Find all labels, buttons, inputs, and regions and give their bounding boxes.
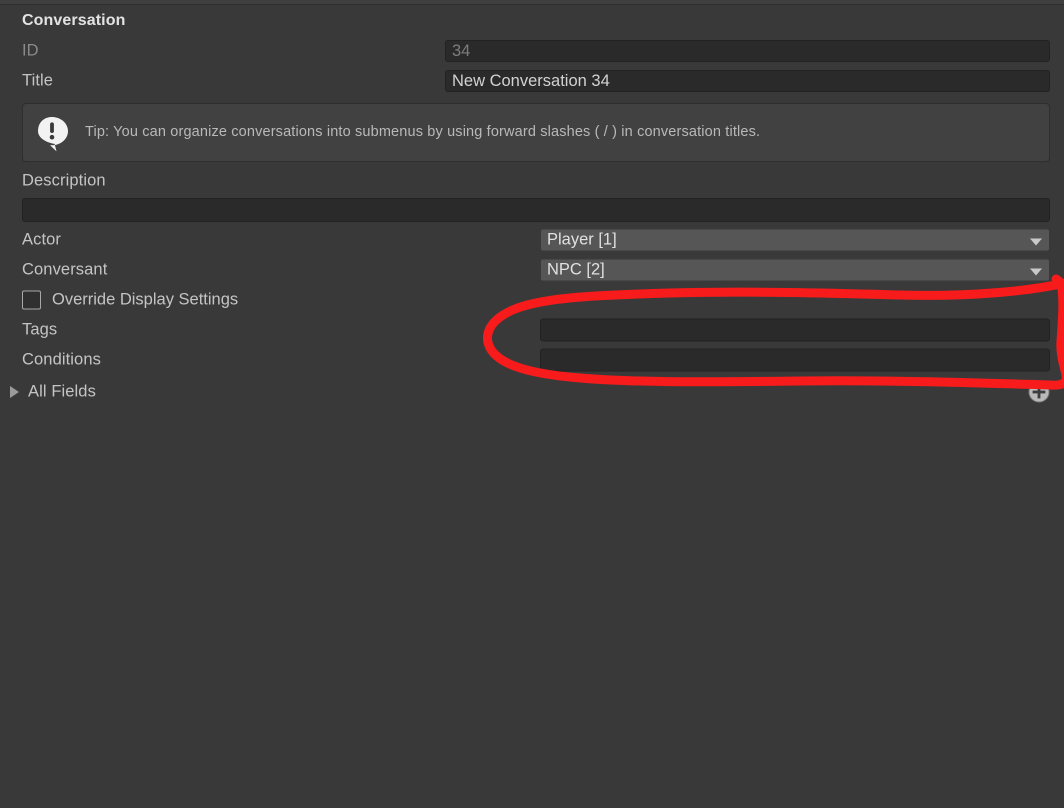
- inspector-panel: Conversation ID 34 Title New Conversatio…: [0, 0, 1064, 808]
- conversant-label: Conversant: [22, 260, 108, 279]
- id-row: ID 34: [0, 36, 1064, 66]
- conditions-row: Conditions: [0, 345, 1064, 375]
- plus-circle-icon[interactable]: [1028, 381, 1050, 403]
- conditions-field[interactable]: [540, 348, 1050, 372]
- tags-label: Tags: [22, 320, 58, 339]
- tags-field[interactable]: [540, 318, 1050, 342]
- title-label: Title: [22, 71, 54, 90]
- chevron-down-icon: [1030, 268, 1042, 275]
- conditions-label: Conditions: [22, 350, 101, 369]
- tip-text: Tip: You can organize conversations into…: [85, 124, 761, 141]
- override-display-settings-checkbox[interactable]: [22, 290, 41, 310]
- conversation-inspector: Conversation ID 34 Title New Conversatio…: [0, 6, 1064, 403]
- page-title: Conversation: [22, 12, 126, 29]
- id-field[interactable]: 34: [445, 40, 1050, 62]
- conversant-dropdown[interactable]: NPC [2]: [540, 258, 1050, 282]
- override-display-settings-label: Override Display Settings: [52, 290, 239, 309]
- tags-row: Tags: [0, 315, 1064, 345]
- conversation-header-row: Conversation: [0, 6, 1064, 36]
- actor-row: Actor Player [1]: [0, 225, 1064, 255]
- title-row: Title New Conversation 34: [0, 66, 1064, 96]
- title-field[interactable]: New Conversation 34: [445, 70, 1050, 92]
- all-fields-label: All Fields: [28, 382, 96, 401]
- window-top-strip: [0, 0, 1064, 5]
- actor-label: Actor: [22, 230, 62, 249]
- chevron-down-icon: [1030, 238, 1042, 245]
- id-label: ID: [22, 41, 39, 60]
- conversant-row: Conversant NPC [2]: [0, 255, 1064, 285]
- all-fields-row[interactable]: All Fields: [0, 377, 1064, 407]
- tip-helpbox: Tip: You can organize conversations into…: [22, 103, 1050, 162]
- triangle-right-icon[interactable]: [10, 386, 19, 398]
- speech-bubble-exclamation-icon: [35, 114, 71, 152]
- actor-dropdown-value: Player [1]: [547, 230, 617, 249]
- description-field[interactable]: [22, 198, 1050, 222]
- actor-dropdown[interactable]: Player [1]: [540, 228, 1050, 252]
- description-label-row: Description: [0, 167, 1064, 195]
- override-display-settings-row[interactable]: Override Display Settings: [0, 285, 1064, 315]
- description-label: Description: [22, 171, 106, 190]
- conversant-dropdown-value: NPC [2]: [547, 260, 605, 279]
